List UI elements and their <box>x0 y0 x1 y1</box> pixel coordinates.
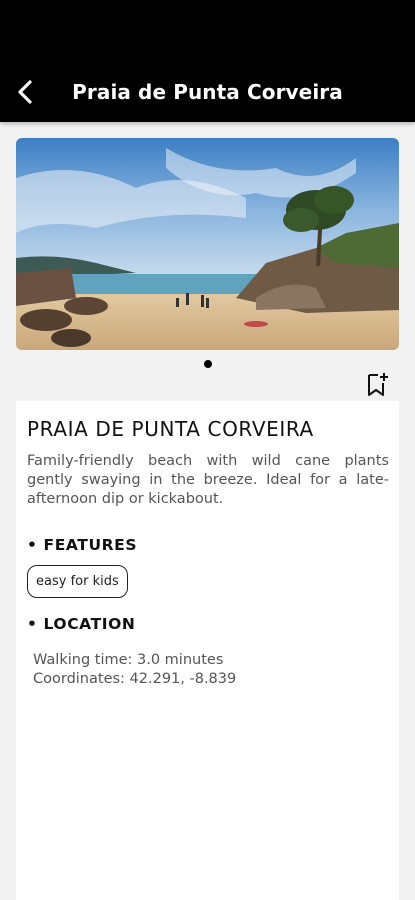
place-description: Family-friendly beach with wild cane pla… <box>27 453 389 507</box>
coordinates: Coordinates: 42.291, -8.839 <box>33 671 237 687</box>
feature-chip[interactable]: easy for kids <box>27 565 128 598</box>
features-heading: • FEATURES <box>27 536 138 554</box>
details-card: PRAIA DE PUNTA CORVEIRA Family-friendly … <box>16 401 399 900</box>
bookmark-add-icon <box>368 373 388 396</box>
back-button[interactable] <box>10 74 40 110</box>
pager-dot-active[interactable] <box>204 360 212 368</box>
location-heading: • LOCATION <box>27 615 136 633</box>
page-title: Praia de Punta Corveira <box>72 80 343 104</box>
status-bar <box>0 0 415 62</box>
bookmark-button[interactable] <box>364 370 392 398</box>
place-name: PRAIA DE PUNTA CORVEIRA <box>27 417 314 441</box>
walking-time: Walking time: 3.0 minutes <box>33 652 224 668</box>
chevron-left-icon <box>18 80 32 104</box>
app-header: Praia de Punta Corveira <box>0 62 415 122</box>
beach-photo[interactable] <box>16 138 399 350</box>
